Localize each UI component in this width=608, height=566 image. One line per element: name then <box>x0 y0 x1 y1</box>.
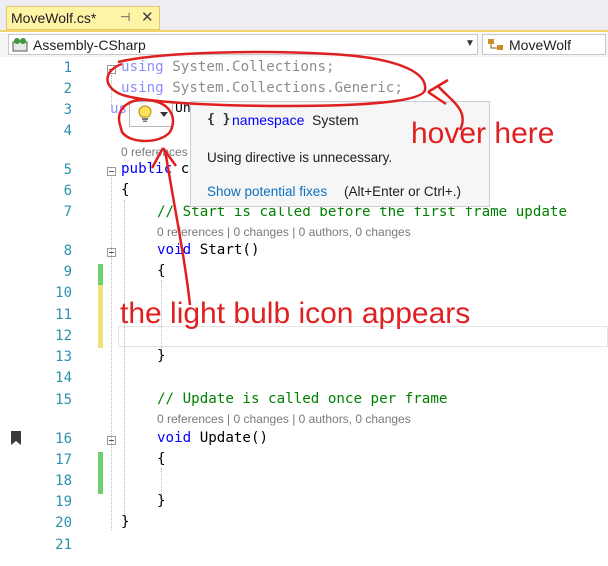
annotation-hover-here: hover here <box>411 117 555 150</box>
annotation-light-bulb: the light bulb icon appears <box>120 297 471 330</box>
annotation-overlay <box>106 50 464 306</box>
